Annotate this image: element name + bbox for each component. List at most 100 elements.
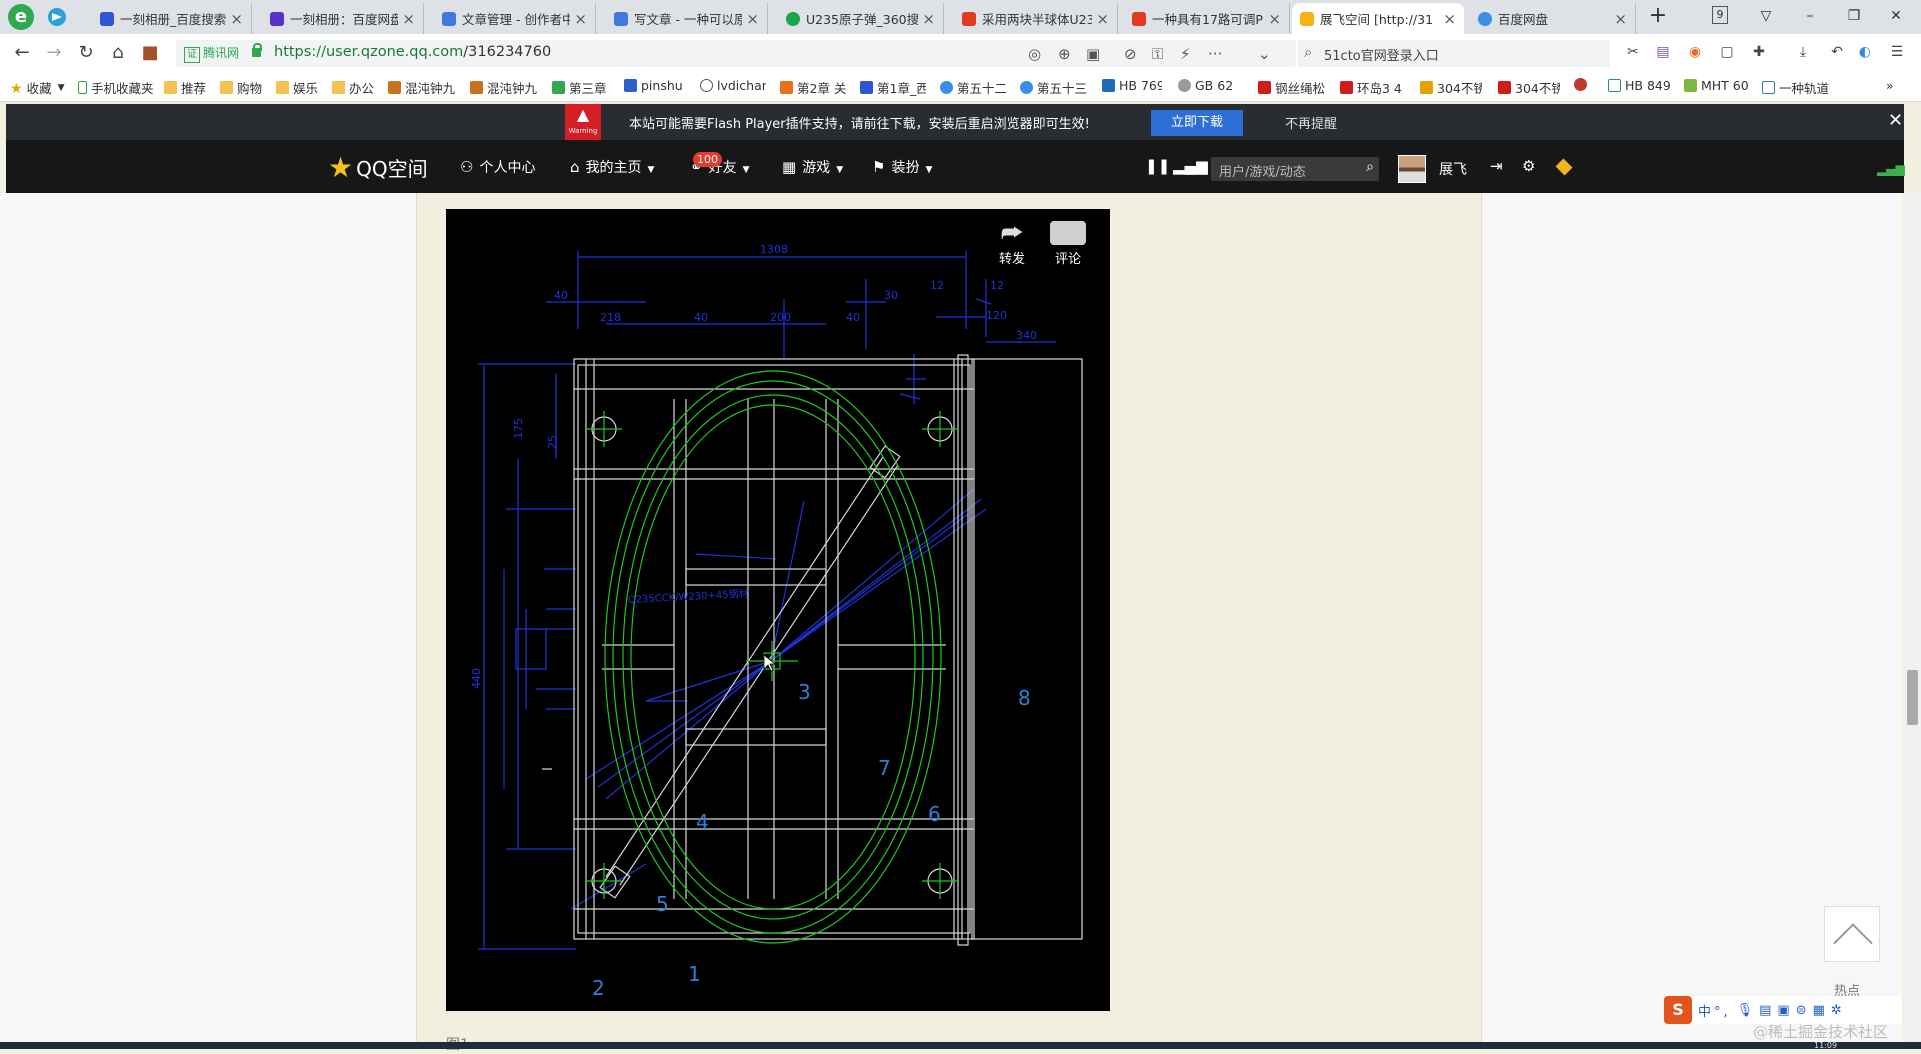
bookmark-item[interactable]: 一种轨道: [1762, 78, 1844, 97]
close-icon[interactable]: ×: [1443, 10, 1456, 28]
close-icon[interactable]: ✕: [1888, 110, 1903, 131]
undo-icon[interactable]: ↶: [1828, 43, 1846, 61]
browser-logo-icon[interactable]: e: [8, 4, 34, 30]
bookmark-item[interactable]: 第五十二: [940, 78, 1006, 97]
zoom-icon[interactable]: ⊕: [1058, 45, 1071, 63]
screenshot-icon[interactable]: ▣: [1086, 45, 1100, 63]
scrollbar-thumb[interactable]: [1907, 670, 1918, 725]
minimize-button[interactable]: –: [1796, 4, 1824, 28]
home-button[interactable]: ⌂: [106, 41, 130, 65]
bookmark-item[interactable]: 混沌钟九: [470, 78, 538, 97]
tab-count-badge[interactable]: 9: [1712, 6, 1728, 24]
compass-icon[interactable]: ⊘: [1124, 45, 1137, 63]
ime-toolbar[interactable]: S 中°, 🎙▤▣⊜▦✲: [1664, 996, 1902, 1024]
back-button[interactable]: ←: [10, 41, 34, 65]
bookmark-item[interactable]: MHT 60: [1684, 78, 1756, 93]
tab-3[interactable]: 文章管理 - 创作者中 ×: [434, 3, 596, 34]
translate-icon[interactable]: ▤: [1654, 43, 1672, 61]
close-window-button[interactable]: ✕: [1882, 4, 1910, 28]
more-bookmarks-button[interactable]: »: [1886, 78, 1894, 93]
search-input[interactable]: ⌕ 51cto官网登录入口: [1298, 40, 1610, 67]
username[interactable]: 展飞: [1439, 159, 1467, 179]
tab-9[interactable]: 百度网盘 ×: [1470, 3, 1636, 34]
bookmark-favorites[interactable]: ★ 收藏 ▼: [10, 78, 65, 97]
edge-icon[interactable]: ◐: [1856, 43, 1874, 61]
download-icon[interactable]: ⤓: [1794, 43, 1812, 61]
logout-icon[interactable]: ⇥: [1490, 157, 1503, 175]
bars-icon[interactable]: ▂▄▆: [1173, 157, 1208, 175]
bookmark-item[interactable]: 环岛3 4: [1340, 78, 1404, 97]
back-to-top-button[interactable]: [1824, 906, 1880, 962]
window-icon[interactable]: ▢: [1718, 43, 1736, 61]
new-tab-button[interactable]: +: [1644, 3, 1672, 31]
bookmark-item[interactable]: GB 62 -: [1178, 78, 1236, 93]
nav-my-homepage[interactable]: ⌂ 我的主页 ▼: [570, 157, 654, 177]
bookmark-folder[interactable]: 娱乐: [276, 78, 326, 97]
share-button[interactable]: ⮫ 转发: [990, 218, 1034, 267]
bookmark-item[interactable]: pinshu: [624, 78, 686, 93]
extension-box-icon[interactable]: ■: [138, 41, 162, 65]
close-icon[interactable]: ×: [402, 10, 415, 28]
gamepad-icon[interactable]: ◉: [1686, 43, 1704, 61]
forward-button[interactable]: →: [42, 41, 66, 65]
bookmark-item[interactable]: lvdichar: [700, 78, 766, 93]
close-icon[interactable]: ×: [746, 10, 759, 28]
tab-5[interactable]: U235原子弹_360搜 ×: [778, 3, 944, 34]
bookmark-item[interactable]: 304不锈: [1498, 78, 1560, 97]
search-icon[interactable]: ⌕: [1366, 159, 1374, 175]
nav-dressup[interactable]: ⚑ 装扮 ▼: [872, 157, 932, 177]
pause-icon[interactable]: ❚❚: [1145, 157, 1170, 175]
sogou-ime-icon[interactable]: S: [1664, 996, 1692, 1024]
url-text[interactable]: https://user.qzone.qq.com/316234760: [274, 44, 551, 60]
restore-button[interactable]: ❐: [1840, 4, 1868, 28]
skin-icon[interactable]: ▽: [1752, 4, 1780, 28]
close-icon[interactable]: ×: [574, 10, 587, 28]
close-icon[interactable]: ×: [1096, 10, 1109, 28]
close-icon[interactable]: ×: [230, 10, 243, 28]
bookmark-item[interactable]: 第三章: [552, 78, 608, 97]
comment-button[interactable]: 评论: [1046, 218, 1090, 267]
reload-button[interactable]: ↻: [74, 41, 98, 65]
close-icon[interactable]: ×: [922, 10, 935, 28]
tab-4[interactable]: 写文章 - 一种可以原 ×: [606, 3, 768, 34]
menu-icon[interactable]: ☰: [1888, 43, 1906, 61]
tab-6[interactable]: 采用两块半球体U23 ×: [954, 3, 1118, 34]
close-icon[interactable]: ×: [1268, 10, 1281, 28]
address-bar[interactable]: 腾讯网 https://user.qzone.qq.com/316234760 …: [176, 40, 1296, 67]
tab-8-active[interactable]: 展飞空间 [http://31 ×: [1292, 3, 1464, 34]
dont-remind-link[interactable]: 不再提醒: [1285, 113, 1337, 132]
more-icon[interactable]: ···: [1208, 45, 1222, 63]
bookmark-item[interactable]: 钢丝绳松: [1258, 78, 1326, 97]
bookmark-item[interactable]: HB 769: [1102, 78, 1162, 93]
qzone-logo[interactable]: ★ QQ空间: [328, 153, 428, 182]
bookmark-folder[interactable]: 购物: [220, 78, 270, 97]
bookmark-item[interactable]: 混沌钟九: [388, 78, 456, 97]
bookmark-item[interactable]: 第2章 关: [780, 78, 846, 97]
qzone-search-input[interactable]: 用户/游戏/动态 ⌕: [1211, 157, 1379, 181]
bookmark-item[interactable]: 304不锈: [1420, 78, 1482, 97]
key-icon[interactable]: ⚿: [1152, 45, 1163, 63]
bookmark-item[interactable]: 手机收藏夹: [78, 78, 160, 97]
chevron-down-icon[interactable]: ⌄: [1258, 45, 1271, 63]
target-icon[interactable]: ◎: [1028, 45, 1041, 63]
scrollbar[interactable]: [1904, 193, 1921, 1049]
scissors-icon[interactable]: ✂: [1624, 43, 1642, 61]
close-icon[interactable]: ×: [1614, 10, 1627, 28]
lightning-icon[interactable]: ⚡: [1180, 45, 1191, 63]
bookmark-folder[interactable]: 推荐: [164, 78, 214, 97]
nav-games[interactable]: ▦ 游戏 ▼: [782, 157, 843, 177]
download-now-button[interactable]: 立即下载: [1151, 110, 1243, 136]
bookmark-item[interactable]: 第1章_西: [860, 78, 926, 97]
bookmark-folder[interactable]: 办公: [332, 78, 382, 97]
bookmark-item[interactable]: 第五十三: [1020, 78, 1086, 97]
tab-2[interactable]: 一刻相册：百度网盘 ×: [262, 3, 424, 34]
tab-7[interactable]: 一种具有17路可调P ×: [1124, 3, 1290, 34]
nav-personal-center[interactable]: ⚇ 个人中心: [460, 157, 535, 177]
telegram-icon[interactable]: [48, 8, 66, 26]
tab-1[interactable]: 一刻相册_百度搜索 ×: [92, 3, 252, 34]
gear-icon[interactable]: ⚙: [1522, 157, 1535, 175]
avatar[interactable]: [1398, 155, 1426, 183]
bookmark-item[interactable]: [1574, 78, 1594, 91]
ime-mode[interactable]: 中°,: [1698, 1001, 1731, 1020]
puzzle-icon[interactable]: ✚: [1750, 43, 1768, 61]
